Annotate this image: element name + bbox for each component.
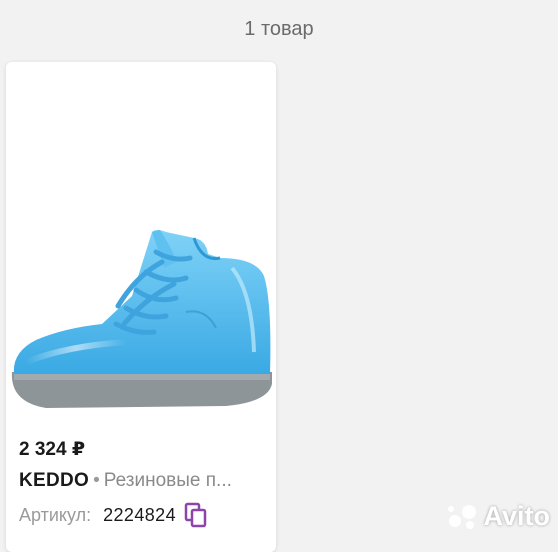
avito-watermark-text: Avito	[483, 501, 551, 531]
avito-watermark: Avito	[446, 501, 551, 532]
product-title[interactable]: KEDDO • Резиновые п...	[19, 470, 271, 492]
sku-label: Артикул:	[19, 504, 92, 525]
product-name[interactable]: Резиновые п...	[104, 470, 232, 491]
rain-boot-photo	[11, 230, 272, 408]
sku-value: 2224824	[103, 504, 176, 525]
product-sku: Артикул: 2224824	[19, 502, 208, 528]
product-card[interactable]: 2 324 ₽ KEDDO • Резиновые п... Артикул: 22…	[6, 62, 276, 552]
product-image[interactable]	[6, 62, 276, 422]
product-price: 2 324 ₽	[19, 439, 86, 460]
title-separator: •	[93, 470, 100, 491]
results-count: 1 товар	[244, 18, 314, 40]
avito-logo-icon	[447, 504, 476, 529]
product-brand[interactable]: KEDDO	[19, 470, 89, 491]
copy-icon[interactable]	[184, 502, 208, 528]
